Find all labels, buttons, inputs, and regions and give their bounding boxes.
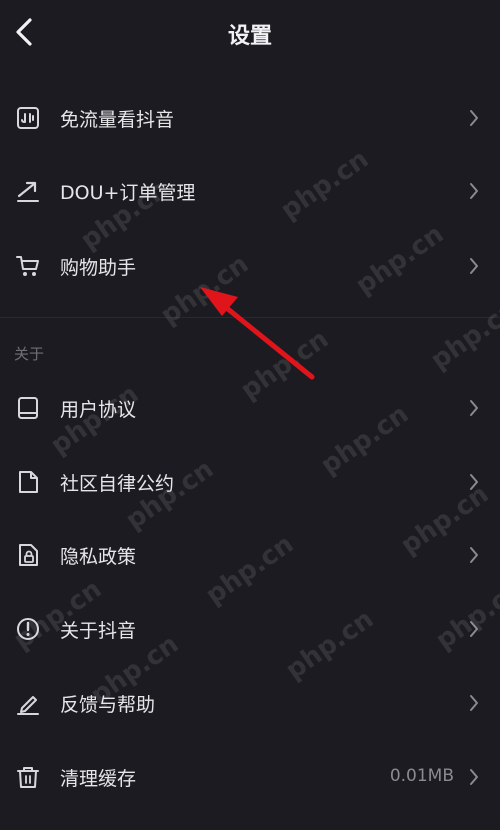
menu-item-about-douyin[interactable]: 关于抖音 <box>0 597 500 661</box>
chevron-right-icon <box>470 258 478 274</box>
menu-item-label: 免流量看抖音 <box>60 109 175 131</box>
chevron-right-icon <box>470 110 478 126</box>
menu-item-label: 隐私政策 <box>60 546 137 568</box>
menu-item-clear-cache[interactable]: 清理缓存 0.01MB <box>0 745 500 809</box>
chevron-right-icon <box>470 769 478 785</box>
menu-item-user-agreement[interactable]: 用户协议 <box>0 376 500 440</box>
menu-item-label: 用户协议 <box>60 399 137 421</box>
flow-free-icon <box>17 107 39 129</box>
cache-size-value: 0.01MB <box>389 766 454 786</box>
menu-item-label: 关于抖音 <box>60 620 137 642</box>
pencil-icon <box>17 696 39 715</box>
menu-item-dou-orders[interactable]: DOU+订单管理 <box>0 159 500 223</box>
top-bar: 设置 <box>0 0 500 64</box>
book-icon <box>18 397 38 419</box>
menu-item-label: 清理缓存 <box>60 768 137 790</box>
page-title: 设置 <box>227 24 272 49</box>
chevron-right-icon <box>470 400 478 416</box>
shopping-cart-icon <box>16 256 39 276</box>
menu-item-label: 社区自律公约 <box>60 473 175 495</box>
menu-item-shopping-assistant[interactable]: 购物助手 <box>0 234 500 298</box>
chevron-right-icon <box>470 474 478 490</box>
menu-item-privacy-policy[interactable]: 隐私政策 <box>0 523 500 587</box>
watermark-text: php.cn <box>425 294 500 376</box>
document-icon <box>19 471 38 493</box>
chevron-right-icon <box>470 695 478 711</box>
chevron-right-icon <box>470 183 478 199</box>
trend-arrow-icon <box>17 181 39 202</box>
info-icon <box>17 618 39 640</box>
menu-item-free-data[interactable]: 免流量看抖音 <box>0 86 500 150</box>
menu-item-label: 购物助手 <box>60 257 137 279</box>
chevron-right-icon <box>470 621 478 637</box>
menu-item-community-guidelines[interactable]: 社区自律公约 <box>0 450 500 514</box>
section-heading-about: 关于 <box>14 345 45 363</box>
menu-item-feedback-help[interactable]: 反馈与帮助 <box>0 671 500 735</box>
menu-item-label: 反馈与帮助 <box>60 694 156 716</box>
chevron-right-icon <box>470 547 478 563</box>
privacy-lock-icon <box>19 544 38 566</box>
section-divider <box>0 317 500 318</box>
menu-item-label: DOU+订单管理 <box>60 182 196 204</box>
trash-icon <box>17 767 39 788</box>
